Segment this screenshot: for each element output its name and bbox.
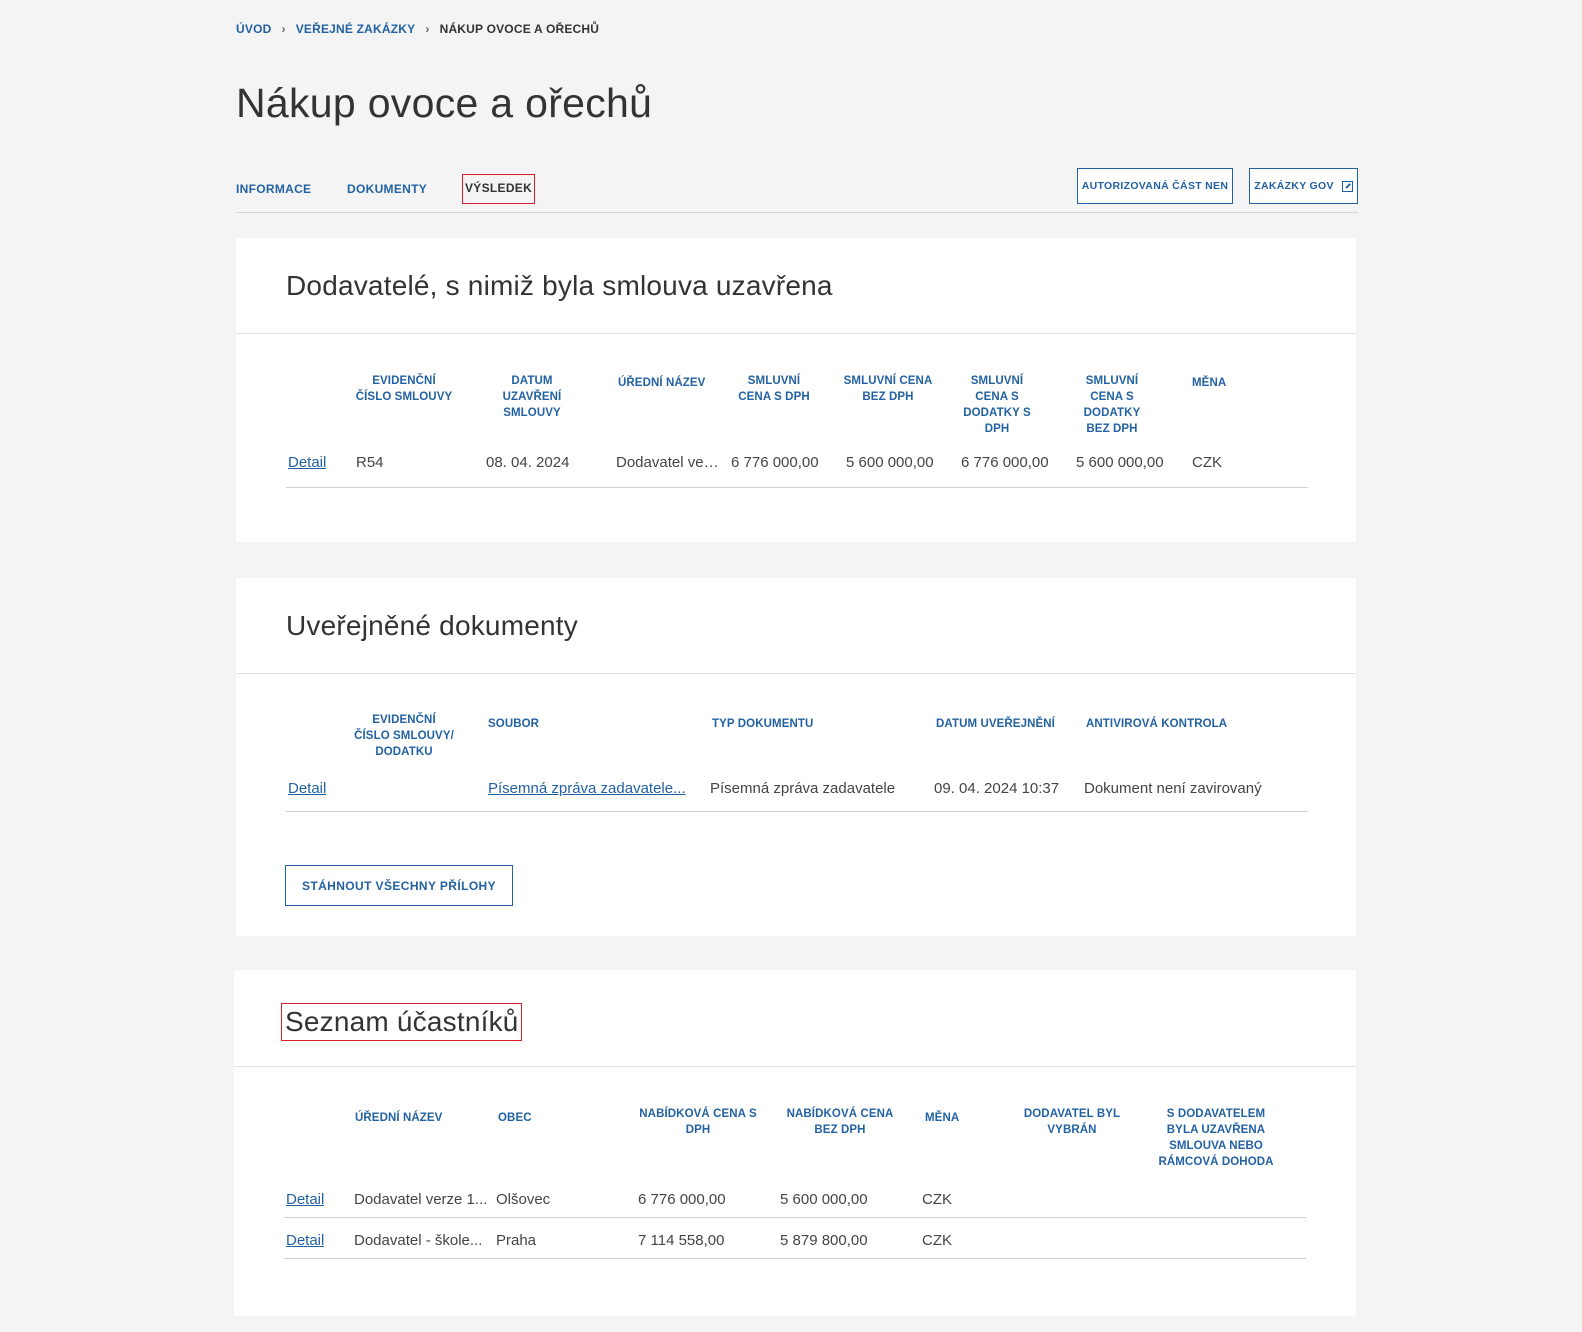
section-divider: [236, 673, 1356, 674]
section-divider: [234, 1066, 1356, 1067]
authorized-part-button[interactable]: AUTORIZOVANÁ ČÁST NEN: [1077, 168, 1233, 204]
breadcrumb: ÚVOD › VEŘEJNÉ ZAKÁZKY › NÁKUP OVOCE A O…: [236, 22, 599, 36]
table-cell: Dokument není zavirovaný: [1084, 780, 1262, 797]
zakazky-gov-button[interactable]: ZAKÁZKY GOV: [1249, 168, 1358, 204]
column-header: OBEC: [498, 1112, 532, 1124]
column-header: TYP DOKUMENTU: [712, 718, 814, 730]
participants-card: Seznam účastníků ÚŘEDNÍ NÁZEV OBEC NABÍD…: [234, 970, 1356, 1316]
table-cell: 6 776 000,00: [961, 454, 1049, 471]
page-title: Nákup ovoce a ořechů: [236, 80, 653, 126]
table-cell: Dodavatel verze 1...: [616, 454, 721, 471]
row-divider: [284, 1258, 1306, 1259]
row-divider: [286, 811, 1308, 812]
column-header: NABÍDKOVÁ CENA S DPH: [639, 1108, 757, 1136]
column-header: SMLUVNÍ CENA BEZ DPH: [843, 375, 933, 403]
table-cell: Dodavatel - škole...: [354, 1232, 483, 1249]
column-header: SMLUVNÍ CENA S DPH: [738, 375, 810, 403]
table-cell: 5 600 000,00: [846, 454, 934, 471]
column-header: MĚNA: [925, 1112, 960, 1124]
table-cell: Dodavatel verze 1...: [354, 1191, 488, 1208]
column-header: ÚŘEDNÍ NÁZEV: [355, 1112, 443, 1124]
column-header: MĚNA: [1192, 377, 1227, 389]
column-header: ANTIVIROVÁ KONTROLA: [1086, 718, 1228, 730]
zakazky-gov-label: ZAKÁZKY GOV: [1254, 180, 1334, 192]
tab-dokumenty[interactable]: DOKUMENTY: [347, 182, 427, 196]
detail-link[interactable]: Detail: [286, 1191, 324, 1208]
download-all-attachments-button[interactable]: STÁHNOUT VŠECHNY PŘÍLOHY: [285, 865, 513, 906]
column-header: DATUM UZAVŘENÍ SMLOUVY: [502, 375, 562, 419]
table-cell: Praha: [496, 1232, 537, 1249]
breadcrumb-link-home[interactable]: ÚVOD: [236, 22, 271, 36]
column-header: EVIDENČNÍ ČÍSLO SMLOUVY: [355, 375, 453, 403]
table-cell: Písemná zpráva zadavatele: [710, 780, 896, 797]
suppliers-title: Dodavatelé, s nimiž byla smlouva uzavřen…: [286, 270, 833, 301]
column-header: ÚŘEDNÍ NÁZEV: [618, 377, 706, 389]
column-header: DODAVATEL BYL VYBRÁN: [1023, 1108, 1121, 1136]
breadcrumb-current: NÁKUP OVOCE A OŘECHŮ: [439, 22, 600, 36]
external-link-icon: [1341, 180, 1353, 192]
detail-link[interactable]: Detail: [288, 454, 326, 471]
breadcrumb-link-public-contracts[interactable]: VEŘEJNÉ ZAKÁZKY: [296, 22, 416, 36]
column-header: S DODAVATELEM BYLA UZAVŘENA SMLOUVA NEBO…: [1158, 1108, 1274, 1168]
table-cell: 6 776 000,00: [731, 454, 819, 471]
table-cell: CZK: [1192, 454, 1222, 471]
detail-link[interactable]: Detail: [288, 780, 326, 797]
table-cell: 7 114 558,00: [638, 1232, 725, 1249]
column-header: SMLUVNÍ CENA S DODATKY S DPH: [963, 375, 1031, 435]
detail-link[interactable]: Detail: [286, 1232, 324, 1249]
table-cell: Olšovec: [496, 1191, 551, 1208]
tab-informace[interactable]: INFORMACE: [236, 182, 311, 196]
section-divider: [236, 333, 1356, 334]
download-all-label: STÁHNOUT VŠECHNY PŘÍLOHY: [301, 878, 497, 893]
column-header: DATUM UVEŘEJNĚNÍ: [936, 718, 1055, 730]
table-cell: 5 600 000,00: [780, 1191, 868, 1208]
table-cell: 08. 04. 2024: [486, 454, 570, 471]
column-header: SMLUVNÍ CENA S DODATKY BEZ DPH: [1083, 375, 1141, 435]
documents-card: Uveřejněné dokumenty EVIDENČNÍ ČÍSLO SML…: [236, 578, 1356, 936]
table-cell: 5 600 000,00: [1076, 454, 1164, 471]
column-header: NABÍDKOVÁ CENA BEZ DPH: [786, 1108, 894, 1136]
table-cell: CZK: [922, 1232, 952, 1249]
table-cell: CZK: [922, 1191, 952, 1208]
participants-title: Seznam účastníků: [281, 1003, 522, 1041]
table-cell: R54: [356, 454, 384, 471]
row-divider: [286, 487, 1308, 488]
authorized-part-label: AUTORIZOVANÁ ČÁST NEN: [1081, 180, 1229, 192]
table-cell: 5 879 800,00: [780, 1232, 868, 1249]
tab-vysledek[interactable]: VÝSLEDEK: [462, 174, 536, 204]
chevron-right-icon: ›: [281, 22, 286, 36]
chevron-right-icon: ›: [425, 22, 430, 36]
file-link[interactable]: Písemná zpráva zadavatele...: [488, 780, 700, 797]
documents-title: Uveřejněné dokumenty: [286, 610, 578, 641]
row-divider: [284, 1217, 1306, 1218]
column-header: EVIDENČNÍ ČÍSLO SMLOUVY/ DODATKU: [354, 714, 454, 758]
table-cell: 09. 04. 2024 10:37: [934, 780, 1060, 797]
table-cell: 6 776 000,00: [638, 1191, 726, 1208]
suppliers-card: Dodavatelé, s nimiž byla smlouva uzavřen…: [236, 238, 1356, 542]
column-header: SOUBOR: [488, 718, 540, 730]
